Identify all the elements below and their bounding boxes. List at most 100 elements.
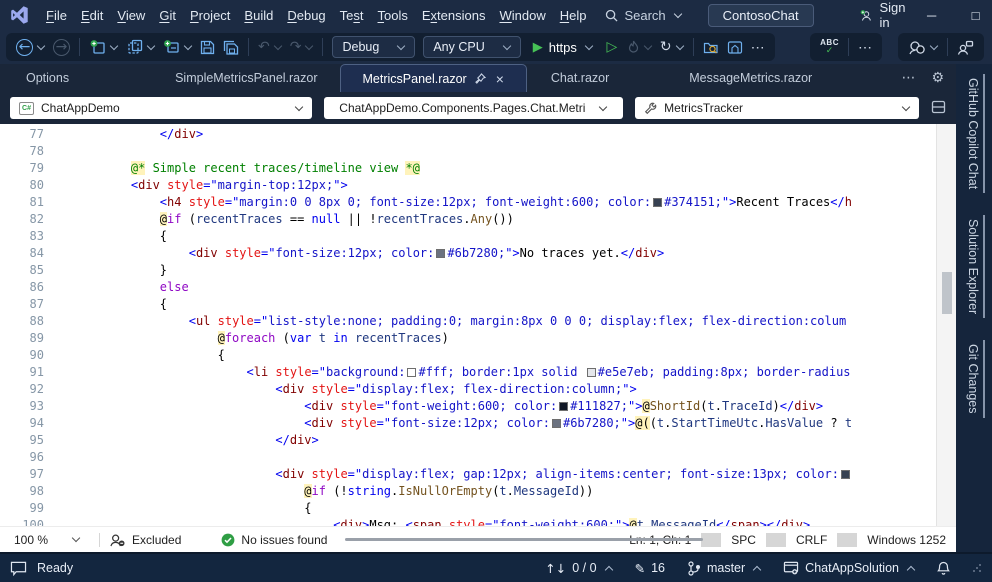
scrollbar-thumb[interactable] [942, 272, 952, 314]
pending-edits-button[interactable]: ✎ 16 [635, 561, 665, 576]
close-tab-icon[interactable]: × [496, 71, 504, 87]
code-line[interactable]: <h4 style="margin:0 0 8px 0; font-size:1… [102, 194, 936, 211]
vertical-scrollbar[interactable] [936, 124, 956, 526]
add-item-button[interactable] [159, 34, 196, 60]
start-without-debugging-button[interactable]: ▷ [601, 34, 623, 60]
copilot-button[interactable] [904, 34, 942, 60]
chevron-down-icon[interactable] [643, 41, 653, 50]
side-tab-solution-explorer[interactable]: Solution Explorer [963, 215, 985, 319]
code-line[interactable]: { [102, 228, 936, 245]
breakpoint-margin[interactable] [52, 124, 102, 526]
navigate-forward-button[interactable]: → [49, 34, 74, 60]
hot-reload-button[interactable] [623, 34, 656, 60]
menu-help[interactable]: Help [553, 5, 594, 26]
menu-build[interactable]: Build [237, 5, 280, 26]
solution-configuration-dropdown[interactable]: Debug [332, 36, 416, 58]
navigate-back-button[interactable]: ← [12, 34, 49, 60]
gear-icon[interactable]: ⚙ [931, 70, 944, 86]
code-line[interactable]: <div style="font-size:12px; color: #6b728… [102, 245, 936, 262]
indentation-indicator[interactable]: SPC [721, 533, 766, 547]
code-line[interactable]: { [102, 500, 936, 517]
menu-debug[interactable]: Debug [280, 5, 332, 26]
feedback-icon[interactable] [10, 561, 27, 576]
code-line[interactable]: <div style="display:flex; flex-direction… [102, 381, 936, 398]
chevron-down-icon[interactable] [675, 41, 684, 50]
menu-view[interactable]: View [110, 5, 152, 26]
tab-overflow-icon[interactable]: ⋯ [901, 70, 915, 86]
code-content[interactable]: </div> @* Simple recent traces/timeline … [102, 124, 936, 526]
search-box[interactable]: Search [605, 8, 682, 23]
start-debugging-button[interactable]: ▶ https [525, 40, 601, 55]
chevron-down-icon[interactable] [146, 41, 156, 50]
resize-grip[interactable] [972, 563, 982, 573]
live-preview-button[interactable] [723, 34, 747, 60]
bell-icon[interactable] [937, 561, 950, 576]
code-line[interactable]: { [102, 347, 936, 364]
side-tab-github-copilot-chat[interactable]: GitHub Copilot Chat [963, 74, 985, 194]
code-line[interactable]: { [102, 296, 936, 313]
sign-in-button[interactable]: Sign in [860, 0, 910, 30]
menu-extensions[interactable]: Extensions [415, 5, 493, 26]
code-line[interactable]: <div>Msg: <span style="font-weight:600;"… [102, 517, 936, 526]
undo-button[interactable]: ↶ [254, 34, 286, 60]
restart-button[interactable]: ↻ [656, 34, 688, 60]
code-line[interactable]: else [102, 279, 936, 296]
chevron-down-icon[interactable] [36, 41, 46, 50]
spellcheck-overflow-button[interactable]: ⋯ [854, 34, 876, 60]
code-line[interactable]: @foreach (var t in recentTraces) [102, 330, 936, 347]
redo-button[interactable]: ↷ [286, 34, 318, 60]
open-file-button[interactable] [122, 34, 159, 60]
code-line[interactable]: @* Simple recent traces/timeline view *@ [102, 160, 936, 177]
menu-test[interactable]: Test [333, 5, 371, 26]
member-dropdown[interactable]: MetricsTracker [635, 97, 919, 119]
tab-chat-razor[interactable]: Chat.razor [529, 64, 631, 92]
tab-options[interactable]: Options [4, 64, 91, 92]
menu-edit[interactable]: Edit [74, 5, 110, 26]
project-badge[interactable]: ContosoChat [707, 3, 814, 27]
code-line[interactable]: </div> [102, 432, 936, 449]
code-line[interactable] [102, 449, 936, 466]
line-ending-indicator[interactable]: CRLF [786, 533, 837, 547]
zoom-dropdown[interactable]: 100 % [4, 530, 90, 550]
menu-git[interactable]: Git [152, 5, 183, 26]
code-coverage-indicator[interactable]: Excluded [109, 533, 181, 547]
sync-commits-button[interactable]: ↑↓ 0 / 0 [545, 561, 613, 576]
menu-tools[interactable]: Tools [371, 5, 415, 26]
code-line[interactable]: @if (!string.IsNullOrEmpty(t.MessageId)) [102, 483, 936, 500]
minimize-button[interactable]: ─ [910, 0, 954, 30]
split-window-button[interactable] [931, 100, 946, 117]
project-dropdown[interactable]: C# ChatAppDemo [10, 97, 312, 119]
solution-platform-dropdown[interactable]: Any CPU [423, 36, 521, 58]
menu-window[interactable]: Window [492, 5, 552, 26]
code-line[interactable]: </div> [102, 126, 936, 143]
encoding-indicator[interactable]: Windows 1252 [857, 533, 956, 547]
chevron-down-icon[interactable] [109, 41, 119, 50]
code-line[interactable]: <div style="margin-top:12px;"> [102, 177, 936, 194]
code-line[interactable]: @if (recentTraces == null || !recentTrac… [102, 211, 936, 228]
chevron-down-icon[interactable] [183, 41, 193, 50]
menu-file[interactable]: File [39, 5, 74, 26]
code-line[interactable]: <div style="display:flex; gap:12px; alig… [102, 466, 936, 483]
tab-metricspanel-razor[interactable]: MetricsPanel.razor × [339, 64, 527, 92]
chevron-down-icon[interactable] [305, 41, 314, 50]
code-line[interactable]: } [102, 262, 936, 279]
side-tab-git-changes[interactable]: Git Changes [963, 340, 985, 418]
type-dropdown[interactable]: ChatAppDemo.Components.Pages.Chat.Metri [323, 97, 624, 119]
code-line[interactable]: <div style="font-weight:600; color: #1118… [102, 398, 936, 415]
code-line[interactable]: <div style="font-size:12px; color: #6b728… [102, 415, 936, 432]
chevron-down-icon[interactable] [273, 41, 282, 50]
chevron-down-icon[interactable] [929, 41, 939, 50]
code-line[interactable]: <li style="background: #fff; border:1px s… [102, 364, 936, 381]
issues-indicator[interactable]: No issues found [221, 533, 327, 547]
pin-icon[interactable] [474, 73, 486, 84]
repository-button[interactable]: ChatAppSolution [783, 561, 916, 575]
find-in-files-button[interactable] [699, 34, 723, 60]
code-line[interactable] [102, 143, 936, 160]
menu-project[interactable]: Project [183, 5, 237, 26]
save-all-button[interactable] [219, 34, 243, 60]
new-project-button[interactable] [85, 34, 122, 60]
tab-messagemetrics-razor[interactable]: MessageMetrics.razor [667, 64, 834, 92]
horizontal-scrollbar-thumb[interactable] [345, 538, 703, 541]
code-line[interactable]: <ul style="list-style:none; padding:0; m… [102, 313, 936, 330]
maximize-button[interactable]: □ [954, 0, 992, 30]
